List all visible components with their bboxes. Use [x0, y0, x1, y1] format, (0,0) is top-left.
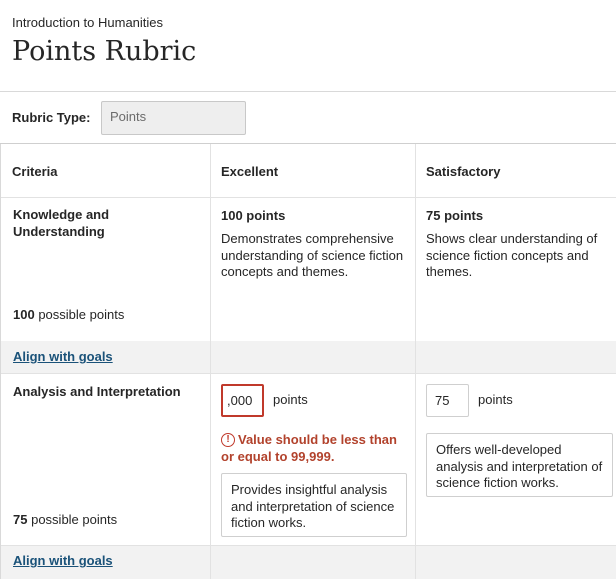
align-with-goals-link[interactable]: Align with goals [13, 553, 113, 568]
rubric-type-select[interactable]: Points [101, 101, 246, 135]
column-header-criteria: Criteria [12, 164, 58, 179]
course-name: Introduction to Humanities [12, 15, 164, 30]
criterion-name: Knowledge and Understanding [13, 207, 110, 239]
excellent-description-field[interactable]: Provides insightful analysis and interpr… [221, 473, 407, 537]
rubric-type-row: Rubric Type: Points [0, 92, 616, 144]
row-divider [1, 373, 616, 374]
page-header: Introduction to Humanities Points Rubric [0, 0, 616, 92]
level-description: Shows clear understanding of science fic… [426, 231, 598, 279]
possible-points-value: 100 [13, 307, 35, 322]
page-title: Points Rubric [12, 36, 197, 67]
rubric-table: Criteria Excellent Satisfactory Knowledg… [0, 144, 616, 579]
rubric-type-label: Rubric Type: [12, 110, 91, 125]
satisfactory-points-input[interactable] [426, 384, 469, 417]
excellent-points-input[interactable] [221, 384, 264, 417]
column-divider [415, 144, 416, 579]
satisfactory-description-field[interactable]: Offers well-developed analysis and inter… [426, 433, 613, 497]
validation-error-message: Value should be less than or equal to 99… [221, 432, 397, 464]
align-with-goals-link[interactable]: Align with goals [13, 349, 113, 364]
possible-points: 75 possible points [13, 512, 117, 529]
possible-points: 100 possible points [13, 307, 124, 324]
column-header-satisfactory: Satisfactory [426, 164, 501, 179]
row-divider [1, 197, 616, 198]
level-points: 75 points [426, 208, 484, 223]
level-points: 100 points [221, 208, 286, 223]
points-unit-label: points [478, 392, 513, 407]
criterion-name: Analysis and Interpretation [13, 384, 181, 399]
points-unit-label: points [273, 392, 308, 407]
row-divider [1, 545, 616, 546]
column-header-excellent: Excellent [221, 164, 279, 179]
possible-points-suffix: possible points [31, 512, 118, 527]
level-description: Demonstrates comprehensive understanding… [221, 231, 404, 279]
possible-points-value: 75 [13, 512, 28, 527]
column-divider [210, 144, 211, 579]
possible-points-suffix: possible points [38, 307, 125, 322]
